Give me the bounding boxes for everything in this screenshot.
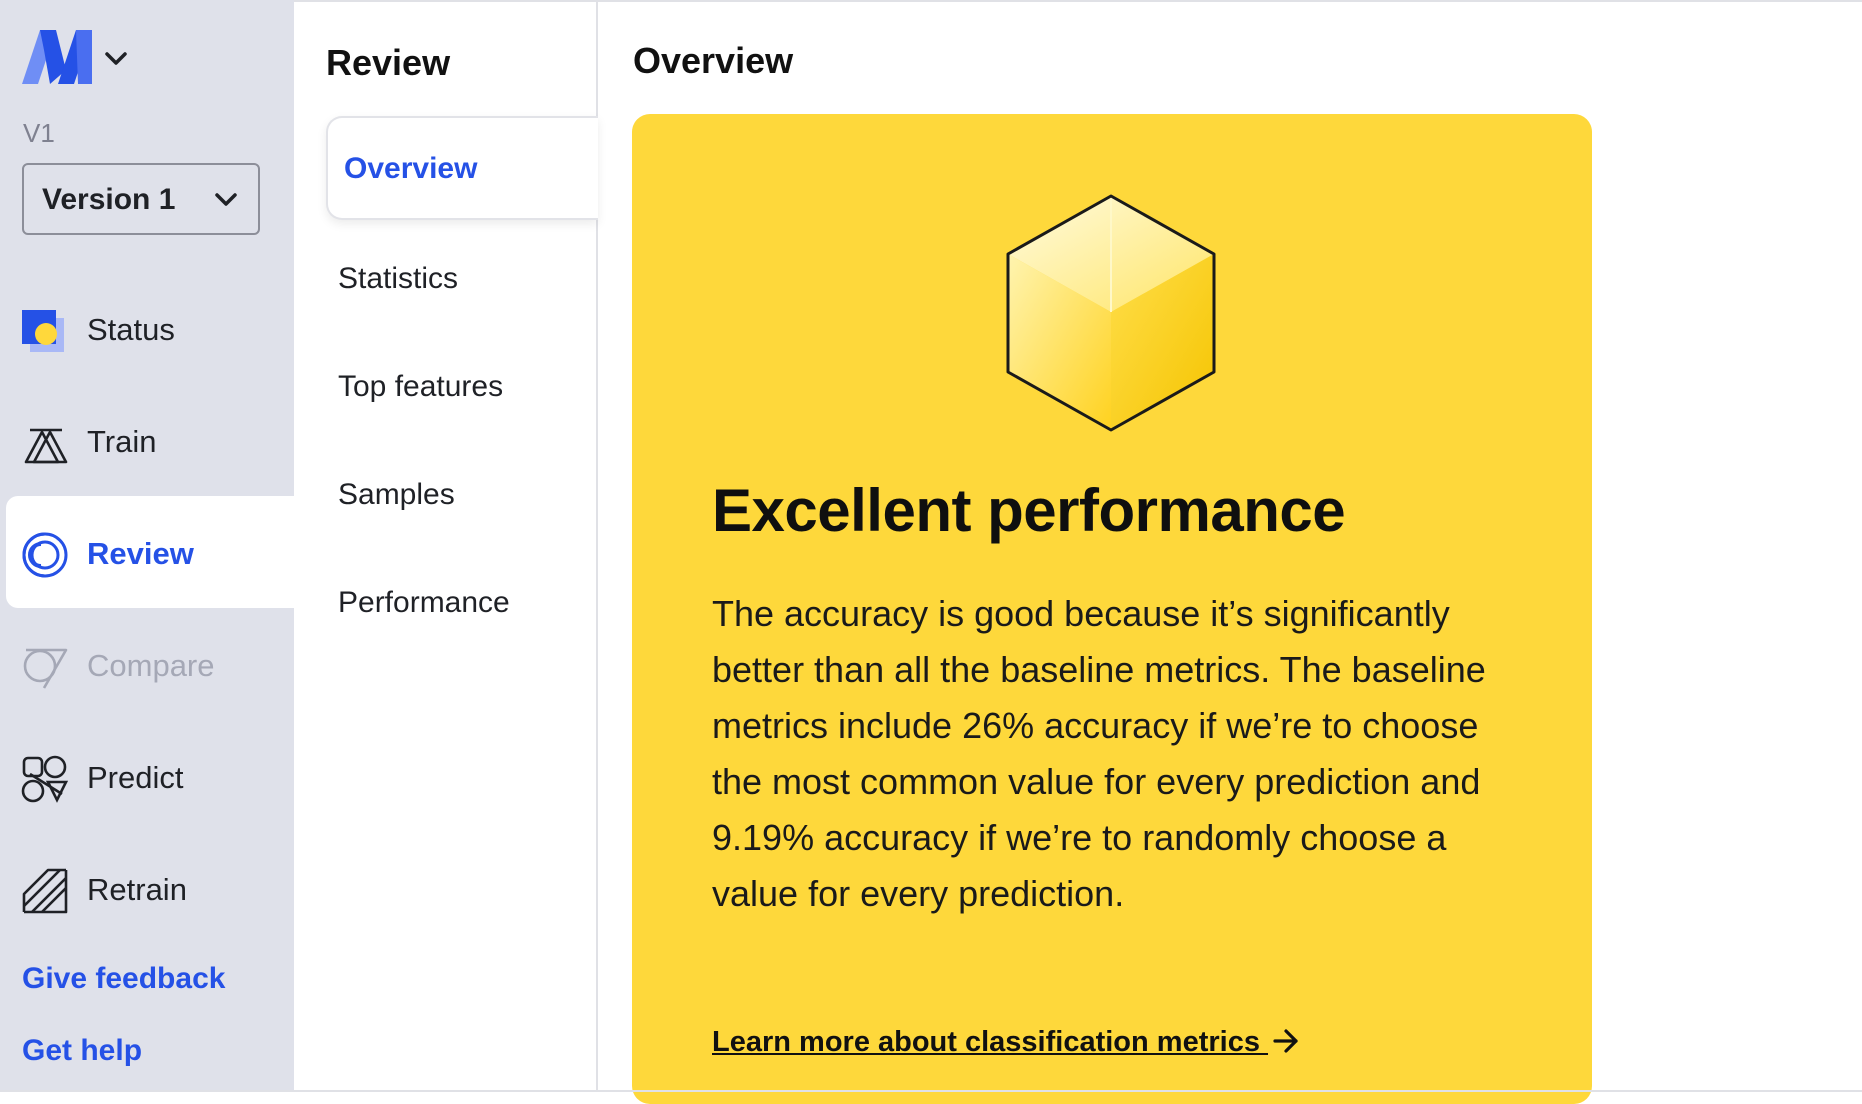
subnav-item-top-features[interactable]: Top features [326, 338, 598, 438]
subnav-item-statistics[interactable]: Statistics [326, 230, 598, 330]
sidebar-item-label: Train [87, 424, 157, 459]
page-title: Overview [633, 40, 794, 81]
version-select-value: Version 1 [42, 183, 176, 216]
chevron-down-icon[interactable] [102, 44, 130, 72]
arrow-right-icon [1273, 1029, 1298, 1053]
sidebar-item-label: Status [87, 312, 175, 347]
sidebar-item-label: Predict [87, 760, 184, 795]
subnav-item-label: Overview [344, 152, 478, 185]
version-select[interactable]: Version 1 [22, 163, 260, 235]
sidebar-item-compare[interactable]: Compare [6, 608, 294, 720]
main-content: Overview Excellent performance The accur… [598, 0, 1862, 1104]
review-subnav: Review Overview Statistics Top features … [294, 0, 598, 1092]
subnav-item-label: Performance [338, 586, 510, 619]
subnav-item-label: Samples [338, 478, 455, 511]
subnav-item-label: Statistics [338, 262, 459, 295]
sidebar-item-predict[interactable]: Predict [6, 720, 294, 832]
learn-more-link-label: Learn more about classification metrics [712, 1026, 1269, 1058]
subnav-item-performance[interactable]: Performance [326, 554, 598, 654]
learn-more-link[interactable]: Learn more about classification metrics [712, 1026, 1300, 1059]
status-icon [22, 310, 64, 352]
chevron-down-icon [215, 193, 237, 206]
train-icon [24, 428, 68, 464]
performance-card: Excellent performance The accuracy is go… [632, 114, 1592, 1104]
version-caption: V1 [23, 118, 55, 148]
cube-icon [1006, 194, 1216, 432]
subnav-title: Review [326, 42, 451, 83]
predict-icon [21, 755, 69, 803]
card-heading: Excellent performance [712, 477, 1346, 544]
subnav-item-overview[interactable]: Overview [326, 116, 598, 220]
review-icon [22, 532, 68, 578]
card-body: The accuracy is good because it’s signif… [712, 593, 1486, 914]
sidebar-item-retrain[interactable]: Retrain [6, 832, 294, 944]
sidebar-item-status[interactable]: Status [6, 272, 294, 384]
subnav-item-label: Top features [338, 370, 504, 403]
give-feedback-link[interactable]: Give feedback [22, 962, 225, 996]
left-sidebar: V1 Version 1 Status Train Review Compare… [0, 0, 294, 1092]
sidebar-item-review[interactable]: Review [6, 496, 294, 608]
compare-icon [23, 648, 68, 689]
app-logo[interactable] [22, 30, 92, 84]
sidebar-item-label: Review [87, 536, 194, 571]
sidebar-item-label: Compare [87, 648, 215, 683]
retrain-icon [22, 868, 68, 914]
get-help-link[interactable]: Get help [22, 1034, 142, 1068]
subnav-item-samples[interactable]: Samples [326, 446, 598, 546]
sidebar-item-label: Retrain [87, 872, 187, 907]
sidebar-item-train[interactable]: Train [6, 384, 294, 496]
